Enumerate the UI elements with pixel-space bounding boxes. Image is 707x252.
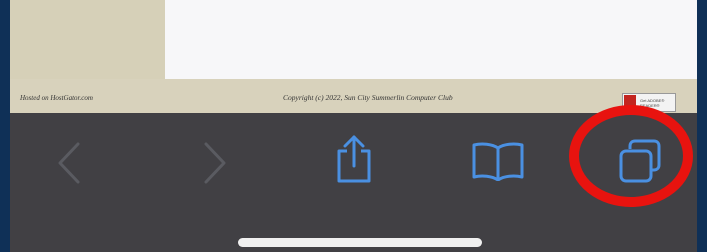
back-button[interactable] (54, 141, 84, 185)
forward-button[interactable] (200, 141, 230, 185)
home-indicator[interactable] (238, 238, 482, 247)
hosted-by-text: Hosted on HostGator.com (20, 94, 93, 102)
share-button[interactable] (333, 134, 375, 184)
open-book-icon (472, 142, 524, 181)
page-content (165, 0, 697, 79)
chevron-right-icon (204, 142, 226, 184)
chevron-left-icon (58, 142, 80, 184)
web-page: Hosted on HostGator.com Copyright (c) 20… (10, 0, 697, 113)
copyright-text: Copyright (c) 2022, Sun City Summerlin C… (283, 93, 453, 102)
window-frame-right (697, 0, 707, 252)
share-icon (337, 135, 371, 183)
window-frame-left (0, 0, 10, 252)
page-sidebar (10, 0, 165, 79)
red-annotation-circle (569, 105, 693, 207)
bookmarks-button[interactable] (471, 141, 525, 181)
